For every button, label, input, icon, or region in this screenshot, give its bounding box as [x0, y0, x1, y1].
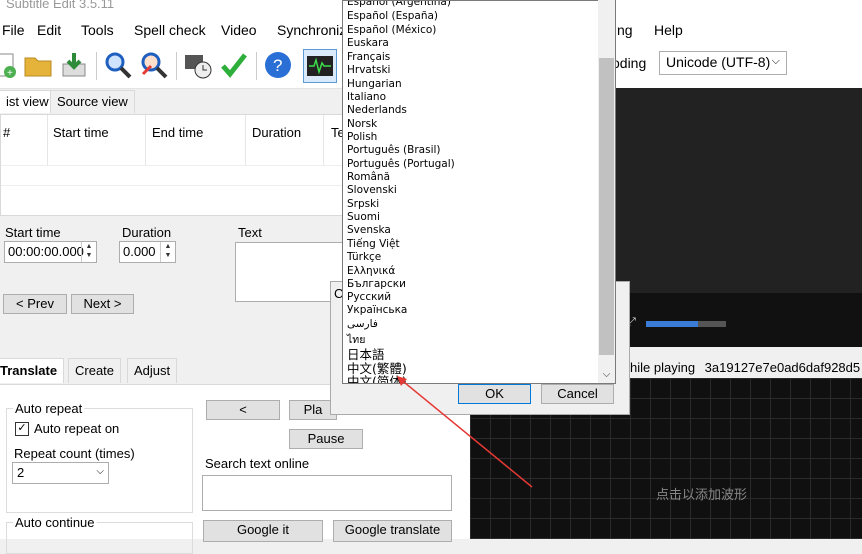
repeat-count-label: Repeat count (times) [14, 446, 135, 461]
tab-translate-label: Translate [0, 363, 58, 378]
language-option[interactable]: Tiếng Việt [347, 238, 400, 250]
save-icon[interactable] [58, 49, 90, 81]
menu-edit[interactable]: Edit [37, 22, 61, 38]
menu-video[interactable]: Video [221, 22, 257, 38]
encoding-label: oding [612, 55, 647, 71]
scroll-down-icon[interactable]: ⌵ [598, 366, 615, 383]
svg-text:+: + [7, 68, 13, 79]
prev-button[interactable]: < Prev [3, 294, 67, 314]
auto-repeat-checkbox[interactable]: ✓ [15, 422, 29, 436]
language-option[interactable]: Hrvatski [347, 64, 390, 76]
language-option[interactable]: Italiano [347, 91, 386, 103]
waveform-hint: 点击以添加波形 [656, 487, 748, 502]
search-text-input[interactable] [202, 475, 452, 511]
language-option[interactable]: Български [347, 278, 406, 290]
text-label: Text [238, 225, 262, 240]
spin-arrows-icon[interactable]: ▲ ▼ [160, 242, 175, 262]
find-icon[interactable] [102, 49, 134, 81]
menu-tools[interactable]: Tools [81, 22, 114, 38]
start-time-value: 00:00:00.000 [8, 244, 84, 259]
spell-check-icon[interactable] [218, 49, 250, 81]
column-duration[interactable]: Duration [252, 125, 301, 140]
language-option[interactable]: 中文(简体) [347, 371, 407, 383]
language-option[interactable]: Nederlands [347, 104, 407, 116]
column-number[interactable]: # [3, 125, 10, 140]
duration-input[interactable]: 0.000 ▲ ▼ [119, 241, 176, 263]
language-option[interactable]: Español (España) [347, 10, 438, 22]
svg-text:?: ? [273, 56, 282, 75]
language-option[interactable]: Suomi [347, 211, 380, 223]
repeat-count-value: 2 [17, 465, 25, 480]
tab-source-view-label: Source view [57, 94, 128, 109]
playing-label: hile playing [630, 360, 696, 375]
new-file-icon[interactable]: + [0, 49, 20, 81]
tab-create-label: Create [75, 363, 115, 378]
language-option[interactable]: Español (México) [347, 24, 436, 36]
column-end-time[interactable]: End time [152, 125, 203, 140]
language-option[interactable]: Türkçe [347, 251, 381, 263]
column-start-time[interactable]: Start time [53, 125, 109, 140]
menu-help[interactable]: Help [654, 22, 683, 38]
auto-repeat-title: Auto repeat [13, 401, 85, 416]
start-time-label: Start time [5, 225, 61, 240]
dropdown-scroll-thumb[interactable] [599, 58, 614, 355]
duration-value: 0.000 [123, 244, 156, 259]
waveform-icon[interactable] [303, 49, 337, 83]
spin-arrows-icon[interactable]: ▲ ▼ [81, 242, 96, 262]
start-time-input[interactable]: 00:00:00.000 ▲ ▼ [4, 241, 97, 263]
language-option[interactable]: Русский [347, 291, 391, 303]
language-option[interactable]: Polish [347, 131, 377, 143]
open-folder-icon[interactable] [22, 49, 54, 81]
pause-button[interactable]: Pause [289, 429, 363, 449]
video-player[interactable] [616, 88, 862, 293]
tab-list-view[interactable]: ist view [0, 90, 56, 113]
language-option[interactable]: Hungarian [347, 78, 402, 90]
repeat-count-select[interactable]: 2 ⌵ [12, 462, 109, 484]
next-button[interactable]: Next > [71, 294, 134, 314]
language-option[interactable]: Українська [347, 304, 407, 316]
video-progress-fill [646, 321, 698, 327]
tab-list-view-label: ist view [6, 94, 49, 109]
cancel-button[interactable]: Cancel [541, 384, 614, 404]
replace-icon[interactable] [138, 49, 170, 81]
duration-label: Duration [122, 225, 172, 240]
window-title: Subtitle Edit 3.5.11 [6, 0, 115, 11]
language-option[interactable]: فارسی [347, 318, 378, 330]
language-option[interactable]: Português (Brasil) [347, 144, 441, 156]
playing-status: hile playing 3a19127e7e0ad6daf928d5 [630, 360, 860, 375]
media-hash: 3a19127e7e0ad6daf928d5 [704, 360, 861, 375]
tab-translate[interactable]: Translate [0, 358, 65, 383]
help-icon[interactable]: ? [262, 49, 294, 81]
auto-repeat-on-label: Auto repeat on [34, 421, 120, 436]
tab-create[interactable]: Create [68, 358, 122, 383]
menu-partial[interactable]: ng [617, 22, 633, 38]
language-option[interactable]: Português (Portugal) [347, 158, 455, 170]
menu-spell-check[interactable]: Spell check [134, 22, 206, 38]
language-option[interactable]: Ελληνικά [347, 265, 395, 277]
menu-file[interactable]: File [2, 22, 25, 38]
tab-adjust-label: Adjust [134, 363, 171, 378]
encoding-value: Unicode (UTF-8) [666, 54, 771, 70]
ok-button[interactable]: OK [458, 384, 531, 404]
chevron-down-icon: ⌵ [96, 466, 104, 477]
chevron-down-icon: ⌵ [771, 55, 780, 67]
language-option[interactable]: Svenska [347, 224, 391, 236]
encoding-select[interactable]: Unicode (UTF-8) ⌵ [659, 51, 787, 75]
language-option[interactable]: Slovenski [347, 184, 397, 196]
language-option[interactable]: Norsk [347, 118, 377, 130]
auto-continue-title: Auto continue [13, 515, 97, 530]
language-option[interactable]: Română [347, 171, 390, 183]
tab-source-view[interactable]: Source view [50, 90, 135, 113]
language-option[interactable]: Euskara [347, 37, 389, 49]
language-option[interactable]: Français [347, 51, 390, 63]
visual-sync-icon[interactable] [182, 49, 214, 81]
language-dropdown-list[interactable]: Español (Argentina) Español (España) Esp… [342, 0, 616, 384]
search-online-label: Search text online [205, 456, 310, 471]
language-option[interactable]: Español (Argentina) [347, 1, 451, 8]
language-option[interactable]: Srpski [347, 198, 379, 210]
video-controls [616, 293, 862, 347]
tab-adjust[interactable]: Adjust [127, 358, 178, 383]
back-button[interactable]: < [206, 400, 280, 420]
